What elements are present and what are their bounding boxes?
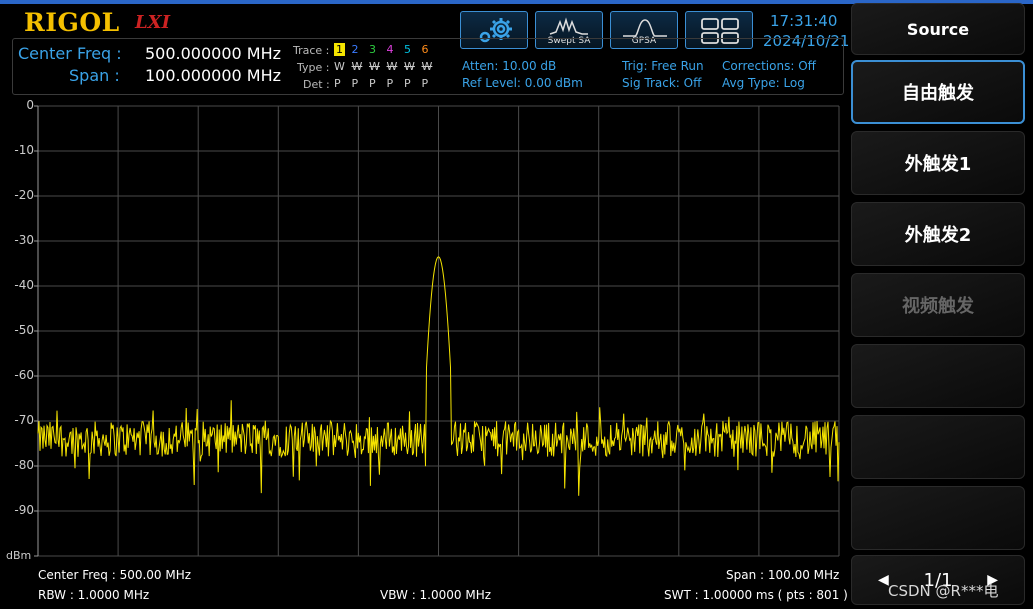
softkey-3-label: 外触发2 [904, 225, 972, 246]
softkey-2-label: 外触发1 [904, 154, 972, 175]
watermark: CSDN @R***电 [888, 582, 999, 600]
footer-center-freq: Center Freq : 500.00 MHz [38, 568, 192, 582]
softkey-title-text: Source [906, 19, 970, 39]
softkey-1-label: 自由触发 [902, 83, 974, 104]
softkey-1[interactable]: 自由触发 [851, 60, 1025, 124]
softkey-5[interactable] [851, 344, 1025, 408]
footer-swt: SWT : 1.00000 ms ( pts : 801 ) [664, 588, 848, 602]
softkey-3[interactable]: 外触发2 [851, 202, 1025, 266]
softkey-7[interactable] [851, 486, 1025, 550]
softkey-4: 视频触发 [851, 273, 1025, 337]
plot-grid [34, 105, 840, 557]
footer-rbw: RBW : 1.0000 MHz [38, 588, 150, 602]
footer-span: Span : 100.00 MHz [726, 568, 840, 582]
softkey-4-label: 视频触发 [902, 296, 974, 317]
footer-vbw: VBW : 1.0000 MHz [380, 588, 492, 602]
softkey-menu-title: Source [851, 3, 1025, 55]
softkey-2[interactable]: 外触发1 [851, 131, 1025, 195]
softkey-6[interactable] [851, 415, 1025, 479]
